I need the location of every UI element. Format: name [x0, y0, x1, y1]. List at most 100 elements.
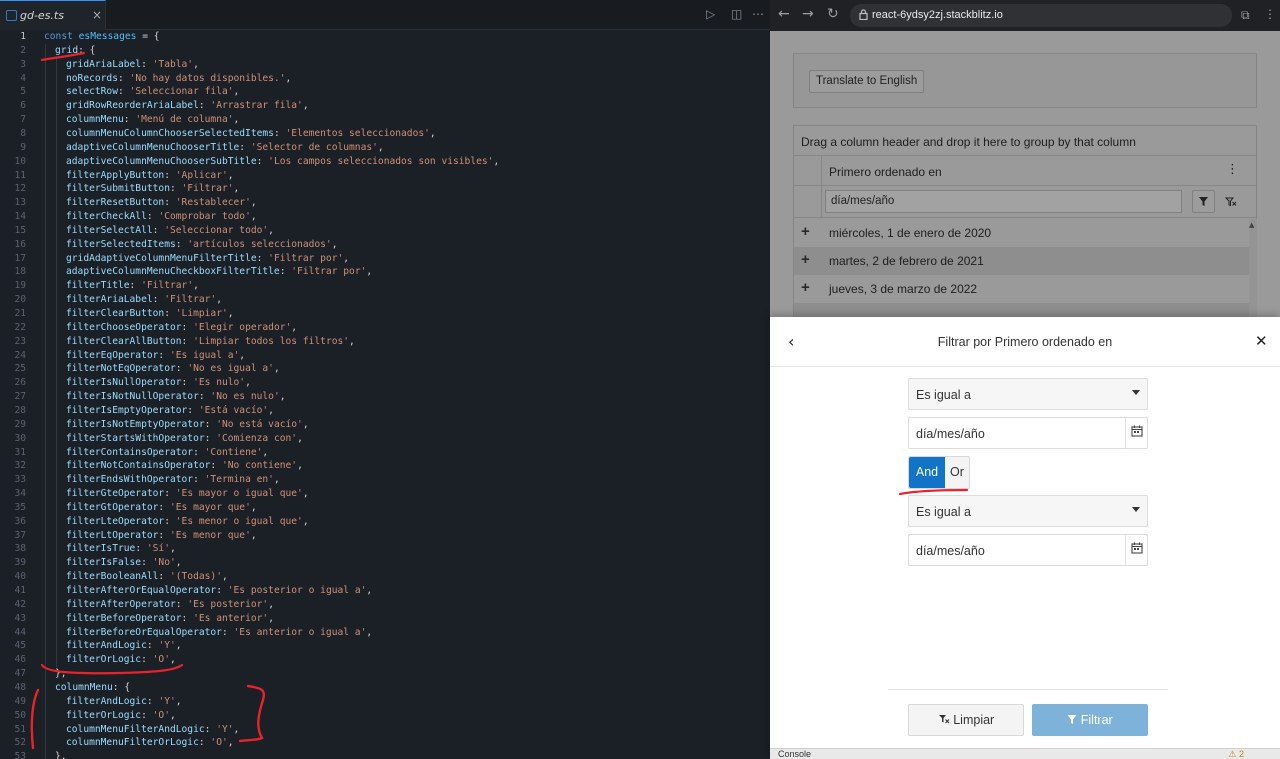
code-line[interactable]: 48 columnMenu: {	[0, 681, 770, 695]
operator-select-1[interactable]: Es igual a	[908, 378, 1148, 410]
close-icon[interactable]: ✕	[1255, 332, 1268, 350]
split-editor-icon[interactable]: ◫	[731, 7, 742, 21]
calendar-icon[interactable]	[1125, 534, 1147, 566]
code-line[interactable]: 24 filterEqOperator: 'Es igual a',	[0, 349, 770, 363]
expand-icon[interactable]: +	[801, 251, 810, 268]
code-line[interactable]: 36 filterLteOperator: 'Es menor o igual q…	[0, 515, 770, 529]
code-line[interactable]: 31 filterContainsOperator: 'Contiene',	[0, 446, 770, 460]
code-token: 'Menú de columna'	[135, 114, 234, 126]
code-line[interactable]: 45 filterAndLogic: 'Y',	[0, 639, 770, 653]
date-input-1[interactable]: día/mes/año	[908, 417, 1148, 449]
code-line[interactable]: 6 gridRowReorderAriaLabel: 'Arrastrar fil…	[0, 99, 770, 113]
back-arrow-icon[interactable]: ←	[778, 6, 790, 22]
code-line[interactable]: 50 filterOrLogic: 'O',	[0, 709, 770, 723]
group-panel[interactable]: Drag a column header and drop it here to…	[794, 126, 1256, 156]
reload-icon[interactable]: ↻	[827, 6, 839, 22]
code-line[interactable]: 26 filterIsNullOperator: 'Es nulo',	[0, 376, 770, 390]
code-line[interactable]: 18 adaptiveColumnMenuCheckboxFilterTitle:…	[0, 265, 770, 279]
code-token: ,	[175, 695, 182, 707]
calendar-icon[interactable]	[1125, 417, 1147, 449]
code-line[interactable]: 16 filterSelectedItems: 'artículos selecc…	[0, 238, 770, 252]
filter-date-input[interactable]: día/mes/año	[825, 190, 1182, 213]
code-line[interactable]: 11 filterApplyButton: 'Aplicar',	[0, 169, 770, 183]
close-tab-icon[interactable]: ×	[92, 8, 102, 22]
code-line[interactable]: 39 filterIsFalse: 'No',	[0, 556, 770, 570]
preview-icon[interactable]: ▷	[706, 7, 715, 21]
code-line[interactable]: 9 adaptiveColumnMenuChooserTitle: 'Select…	[0, 141, 770, 155]
code-line[interactable]: 23 filterClearAllButton: 'Limpiar todos l…	[0, 335, 770, 349]
column-menu-icon[interactable]: ⋮	[1226, 162, 1239, 177]
code-line[interactable]: 41 filterAfterOrEqualOperator: 'Es poster…	[0, 584, 770, 598]
table-row[interactable]: + jueves, 3 de marzo de 2022	[794, 275, 1249, 303]
code-line[interactable]: 40 filterBooleanAll: '(Todas)',	[0, 570, 770, 584]
scroll-up-icon[interactable]: ▲	[1249, 221, 1254, 229]
more-actions-icon[interactable]: ⋯	[752, 7, 764, 21]
clear-filter-button[interactable]	[1219, 190, 1242, 213]
code-line[interactable]: 19 filterTitle: 'Filtrar',	[0, 279, 770, 293]
code-line[interactable]: 4 noRecords: 'No hay datos disponibles.',	[0, 72, 770, 86]
clear-button[interactable]: Limpiar	[908, 704, 1024, 736]
code-line[interactable]: 29 filterIsNotEmptyOperator: 'No está vac…	[0, 418, 770, 432]
code-line[interactable]: 14 filterCheckAll: 'Comprobar todo',	[0, 210, 770, 224]
code-token: 'No contiene'	[221, 460, 298, 472]
filter-operator-button[interactable]	[1192, 190, 1215, 213]
code-line[interactable]: 34 filterGteOperator: 'Es mayor o igual q…	[0, 487, 770, 501]
code-area[interactable]: 1 const esMessages = {2 grid: {3 gridAriaLa…	[0, 30, 770, 759]
code-line[interactable]: 27 filterIsNotNullOperator: 'No es nulo',	[0, 390, 770, 404]
code-line[interactable]: 7 columnMenu: 'Menú de columna',	[0, 113, 770, 127]
column-title[interactable]: Primero ordenado en	[829, 165, 942, 179]
code-line[interactable]: 28 filterIsEmptyOperator: 'Está vacío',	[0, 404, 770, 418]
open-new-window-icon[interactable]: ⧉	[1241, 8, 1250, 23]
code-token: :	[204, 418, 217, 430]
address-bar[interactable]: react-6ydsy2zj.stackblitz.io	[850, 4, 1232, 27]
code-line[interactable]: 43 filterBeforeOperator: 'Es anterior',	[0, 612, 770, 626]
code-line[interactable]: 8 columnMenuColumnChooserSelectedItems: '…	[0, 127, 770, 141]
code-line[interactable]: 38 filterIsTrue: 'Sí',	[0, 542, 770, 556]
code-line[interactable]: 2 grid: {	[0, 44, 770, 58]
code-line[interactable]: 51 columnMenuFilterAndLogic: 'Y',	[0, 723, 770, 737]
code-line[interactable]: 42 filterAfterOperator: 'Es posterior',	[0, 598, 770, 612]
code-line[interactable]: 12 filterSubmitButton: 'Filtrar',	[0, 182, 770, 196]
code-line[interactable]: 22 filterChooseOperator: 'Elegir operador…	[0, 321, 770, 335]
table-row[interactable]: + martes, 2 de febrero de 2021	[794, 247, 1249, 275]
code-line[interactable]: 10 adaptiveColumnMenuChooserSubTitle: 'Lo…	[0, 155, 770, 169]
code-line[interactable]: 20 filterAriaLabel: 'Filtrar',	[0, 293, 770, 307]
code-line[interactable]: 49 filterAndLogic: 'Y',	[0, 695, 770, 709]
filter-button[interactable]: Filtrar	[1032, 704, 1148, 736]
code-line[interactable]: 44 filterBeforeOrEqualOperator: 'Es anter…	[0, 626, 770, 640]
code-token: ,	[233, 86, 240, 98]
expand-icon[interactable]: +	[801, 223, 810, 240]
code-line[interactable]: 5 selectRow: 'Seleccionar fila',	[0, 85, 770, 99]
code-line[interactable]: 52 columnMenuFilterOrLogic: 'O',	[0, 736, 770, 750]
code-line[interactable]: 25 filterNotEqOperator: 'No es igual a',	[0, 362, 770, 376]
and-button[interactable]: And	[909, 457, 945, 488]
code-line[interactable]: 35 filterGtOperator: 'Es mayor que',	[0, 501, 770, 515]
code-line[interactable]: 37 filterLtOperator: 'Es menor que',	[0, 529, 770, 543]
date-input-2[interactable]: día/mes/año	[908, 534, 1148, 566]
more-menu-icon[interactable]: ⋮	[1264, 7, 1276, 21]
code-line[interactable]: 46 filterOrLogic: 'O',	[0, 653, 770, 667]
code-line[interactable]: 3 gridAriaLabel: 'Tabla',	[0, 58, 770, 72]
code-line[interactable]: 13 filterResetButton: 'Restablecer',	[0, 196, 770, 210]
code-line[interactable]: 1 const esMessages = {	[0, 30, 770, 44]
code-line[interactable]: 21 filterClearButton: 'Limpiar',	[0, 307, 770, 321]
console-bar[interactable]: Console ⚠ 2	[770, 748, 1280, 759]
operator-select-2[interactable]: Es igual a	[908, 495, 1148, 527]
code-line[interactable]: 32 filterNotContainsOperator: 'No contien…	[0, 459, 770, 473]
code-token: :	[135, 543, 147, 555]
or-button[interactable]: Or	[945, 457, 969, 488]
translate-button[interactable]: Translate to English	[809, 70, 925, 93]
code-token: filterAndLogic	[66, 640, 147, 652]
code-token: filterEqOperator	[66, 349, 159, 361]
editor-tab[interactable]: gd-es.ts ×	[0, 0, 106, 30]
code-line[interactable]: 15 filterSelectAll: 'Seleccionar todo',	[0, 224, 770, 238]
code-line[interactable]: 33 filterEndsWithOperator: 'Termina en',	[0, 473, 770, 487]
code-line[interactable]: 47},	[0, 667, 770, 681]
table-row[interactable]: + miércoles, 1 de enero de 2020	[794, 219, 1249, 247]
forward-arrow-icon[interactable]: →	[802, 6, 814, 22]
code-line[interactable]: 17 gridAdaptiveColumnMenuFilterTitle: 'Fi…	[0, 252, 770, 266]
code-line[interactable]: 53},	[0, 750, 770, 759]
code-token: ,	[175, 557, 182, 569]
code-line[interactable]: 30 filterStartsWithOperator: 'Comienza co…	[0, 432, 770, 446]
expand-icon[interactable]: +	[801, 279, 810, 296]
